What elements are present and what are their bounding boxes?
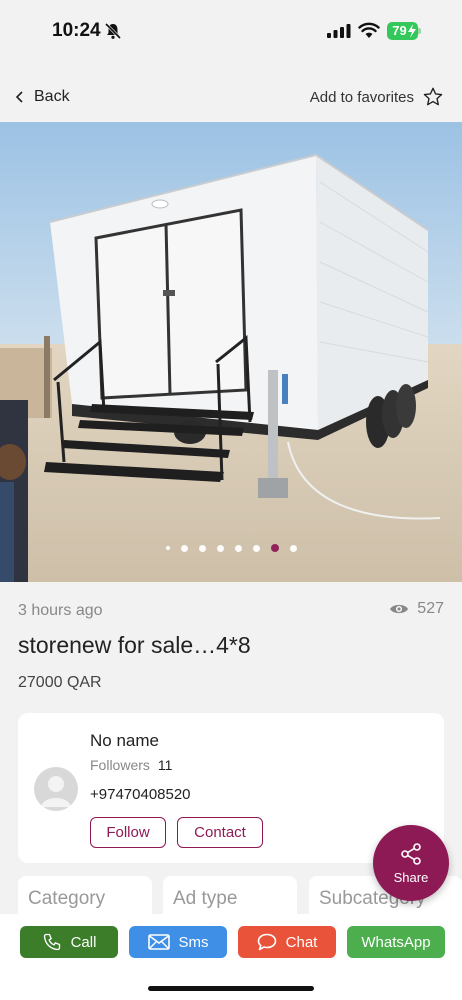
seller-avatar[interactable] (34, 767, 78, 811)
listing-price: 27000 QAR (18, 674, 102, 691)
sms-button[interactable]: Sms (129, 926, 227, 958)
seller-name: No name (90, 731, 159, 750)
add-to-favorites-button[interactable]: Add to favorites (310, 86, 444, 108)
envelope-icon (147, 934, 170, 950)
back-button[interactable]: Back (14, 86, 70, 108)
gallery-dot[interactable] (198, 544, 206, 552)
gallery-dot-active[interactable] (270, 544, 279, 552)
view-count-value: 527 (417, 600, 444, 617)
chat-label: Chat (285, 933, 318, 951)
wifi-icon (358, 22, 380, 38)
sms-label: Sms (178, 933, 209, 951)
share-icon (401, 842, 421, 865)
view-count: 527 (389, 600, 444, 618)
status-time: 10:24 (52, 20, 101, 41)
gallery-dot[interactable] (252, 544, 260, 552)
star-icon (423, 87, 443, 106)
whatsapp-label: WhatsApp (361, 933, 431, 951)
posted-time: 3 hours ago (18, 602, 103, 619)
listing-photo[interactable] (0, 122, 462, 582)
eye-icon (390, 604, 409, 614)
battery-indicator: 79 (387, 22, 421, 40)
favorites-label: Add to favorites (309, 88, 414, 106)
chevron-left-icon (15, 91, 23, 103)
chat-button[interactable]: Chat (238, 926, 336, 958)
call-label: Call (70, 933, 97, 951)
share-label: Share (393, 869, 429, 885)
whatsapp-button[interactable]: WhatsApp (347, 926, 445, 958)
call-button[interactable]: Call (20, 926, 118, 958)
user-placeholder-icon (41, 776, 71, 807)
gallery-dot[interactable] (289, 544, 297, 552)
chat-bubble-icon (257, 933, 276, 951)
back-label: Back (34, 88, 70, 105)
listing-title: storenew for sale…4*8 (18, 632, 251, 658)
share-button[interactable]: Share (373, 825, 449, 901)
charging-bolt-icon (408, 24, 416, 38)
contact-action-bar: Call Sms Chat WhatsApp (0, 914, 462, 1000)
home-indicator[interactable] (148, 986, 314, 991)
seller-followers: Followers 11 (90, 757, 172, 773)
cellular-signal-icon (327, 24, 351, 38)
gallery-dot[interactable] (234, 544, 242, 552)
followers-count: 11 (157, 757, 173, 773)
trailer-photo-image (0, 122, 462, 582)
follow-button[interactable]: Follow (90, 817, 166, 848)
followers-label: Followers (90, 757, 150, 773)
gallery-pagination (0, 543, 462, 553)
gallery-dot[interactable] (180, 544, 188, 552)
contact-button[interactable]: Contact (177, 817, 263, 848)
silent-bell-icon (104, 22, 122, 40)
phone-icon (43, 933, 60, 951)
status-bar: 10:24 79 (0, 0, 462, 62)
seller-phone[interactable]: +97470408520 (90, 786, 191, 803)
gallery-dot[interactable] (216, 544, 224, 552)
gallery-dot[interactable] (165, 546, 170, 550)
